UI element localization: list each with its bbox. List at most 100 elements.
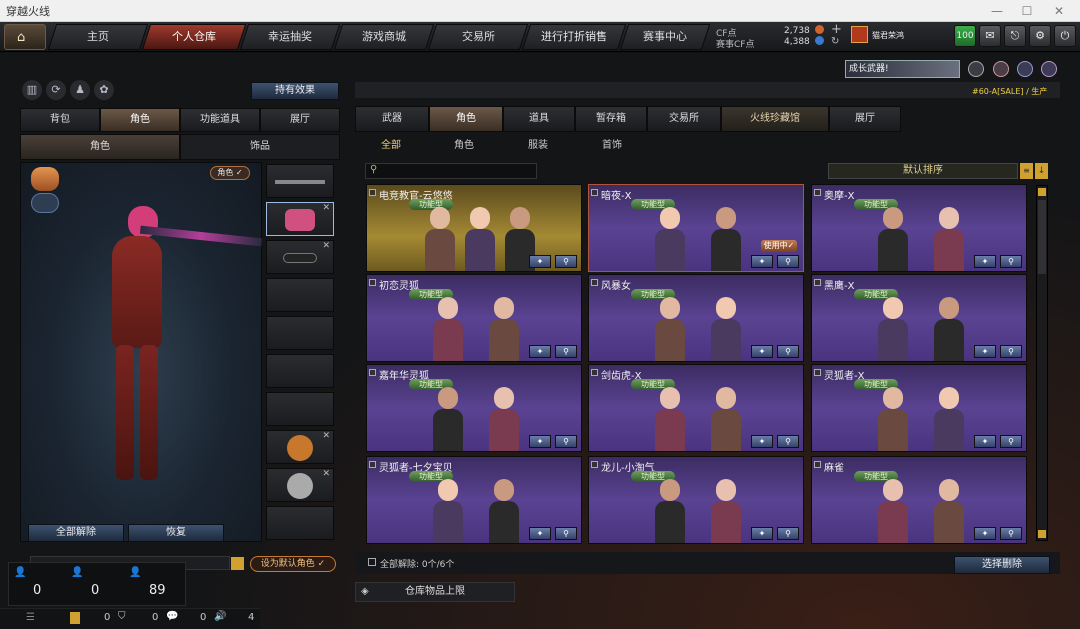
slot-empty-4[interactable] bbox=[266, 392, 334, 426]
card-checkbox[interactable] bbox=[369, 189, 376, 196]
scrollbar[interactable] bbox=[1036, 185, 1048, 541]
nav-tab-store[interactable]: 游戏商城 bbox=[333, 24, 435, 50]
tab-temp-box[interactable]: 暂存箱 bbox=[575, 106, 647, 132]
equip-icon[interactable]: ✦ bbox=[529, 255, 551, 268]
tab-character[interactable]: 角色 bbox=[100, 108, 180, 132]
card-checkbox[interactable] bbox=[591, 279, 598, 286]
nav-tab-home[interactable]: 主页 bbox=[47, 24, 149, 50]
remove-icon[interactable]: ✕ bbox=[322, 203, 330, 213]
filter-jewelry[interactable]: 首饰 bbox=[602, 136, 622, 156]
set-default-character-button[interactable]: 设为默认角色 ✓ bbox=[250, 556, 336, 572]
shield-icon[interactable] bbox=[968, 61, 984, 77]
user-name[interactable]: 猫君荣鸿 bbox=[872, 30, 904, 41]
slot-dragon-accessory[interactable]: ✕ bbox=[266, 430, 334, 464]
minimize-button[interactable]: — bbox=[980, 2, 1014, 20]
sort-order-icon[interactable]: ↓ bbox=[1035, 163, 1048, 179]
remove-icon[interactable]: ✕ bbox=[322, 241, 330, 251]
preview-icon[interactable]: ⚲ bbox=[555, 255, 577, 268]
tab-exchange[interactable]: 交易所 bbox=[647, 106, 721, 132]
restore-button[interactable]: 恢复 bbox=[128, 524, 224, 542]
preview-icon[interactable]: ⚲ bbox=[555, 435, 577, 448]
slot-silver-accessory[interactable]: ✕ bbox=[266, 468, 334, 502]
item-card[interactable]: 嘉年华灵狐 功能型 ⚲ ✦ bbox=[366, 364, 582, 452]
tab-weapons[interactable]: 武器 bbox=[355, 106, 429, 132]
equip-icon[interactable]: ✦ bbox=[974, 255, 996, 268]
subtab-character[interactable]: 角色 bbox=[20, 134, 180, 160]
tab-backpack[interactable]: 背包 bbox=[20, 108, 100, 132]
card-checkbox[interactable] bbox=[591, 189, 598, 196]
effect-button[interactable]: 持有效果 bbox=[251, 82, 339, 100]
equip-icon[interactable]: ✦ bbox=[751, 255, 773, 268]
equip-icon[interactable]: ✦ bbox=[974, 527, 996, 540]
slot-empty-1[interactable] bbox=[266, 278, 334, 312]
person-icon[interactable]: ♟ bbox=[70, 80, 90, 100]
chat-icon[interactable]: 💬 bbox=[166, 611, 178, 622]
shield-small-icon[interactable]: ⛉ bbox=[118, 611, 126, 622]
tab-exhibition[interactable]: 展厅 bbox=[829, 106, 901, 132]
promo-banner[interactable]: 成长武器! bbox=[845, 60, 960, 78]
item-card[interactable]: 灵狐者-X 功能型 ⚲ ✦ bbox=[811, 364, 1027, 452]
character-mode-icon[interactable] bbox=[31, 167, 59, 191]
slot-empty-3[interactable] bbox=[266, 354, 334, 388]
item-card[interactable]: 龙儿-小淘气 功能型 ⚲ ✦ bbox=[588, 456, 804, 544]
equip-icon[interactable]: ✦ bbox=[751, 527, 773, 540]
maximize-button[interactable]: ☐ bbox=[1010, 2, 1044, 20]
checkbox[interactable] bbox=[368, 558, 376, 566]
item-card[interactable]: 灵狐者-七夕宝贝 功能型 ⚲ ✦ bbox=[366, 456, 582, 544]
preview-icon[interactable]: ⚲ bbox=[777, 345, 799, 358]
slot-goggles[interactable]: ✕ bbox=[266, 240, 334, 274]
tab-items[interactable]: 道具 bbox=[503, 106, 575, 132]
tab-collection[interactable]: 火线珍藏馆 bbox=[721, 106, 829, 132]
scroll-down-icon[interactable] bbox=[1038, 530, 1046, 538]
equip-icon[interactable]: ✦ bbox=[751, 435, 773, 448]
role-tag[interactable]: 角色 ✓ bbox=[210, 166, 250, 180]
slot-primary-weapon[interactable] bbox=[266, 164, 334, 198]
card-checkbox[interactable] bbox=[814, 279, 821, 286]
card-checkbox[interactable] bbox=[369, 369, 376, 376]
hand-icon[interactable] bbox=[70, 612, 80, 624]
mask-icon[interactable] bbox=[31, 193, 59, 213]
equip-icon[interactable]: ✦ bbox=[529, 435, 551, 448]
card-checkbox[interactable] bbox=[814, 369, 821, 376]
equip-icon[interactable]: ✦ bbox=[529, 527, 551, 540]
tab-showroom[interactable]: 展厅 bbox=[260, 108, 340, 132]
item-card[interactable]: 电竞教官-云悠悠 功能型 ⚲ ✦ bbox=[366, 184, 582, 272]
nav-tab-events[interactable]: 赛事中心 bbox=[619, 24, 711, 50]
nav-tab-personal-storage[interactable]: 个人仓库 bbox=[141, 24, 247, 50]
home-button[interactable]: ⌂ bbox=[4, 24, 46, 50]
chart-icon[interactable]: ▥ bbox=[22, 80, 42, 100]
scroll-up-icon[interactable] bbox=[1038, 188, 1046, 196]
storage-limit[interactable]: ◈ 仓库物品上限 bbox=[355, 582, 515, 602]
card-checkbox[interactable] bbox=[591, 369, 598, 376]
power-icon[interactable]: ⏻ bbox=[1054, 25, 1076, 47]
item-card[interactable]: 麻雀 功能型 ⚲ ✦ bbox=[811, 456, 1027, 544]
preview-icon[interactable]: ⚲ bbox=[777, 255, 799, 268]
preview-icon[interactable]: ⚲ bbox=[777, 527, 799, 540]
filter-clothing[interactable]: 服装 bbox=[528, 136, 548, 156]
remove-icon[interactable]: ✕ bbox=[322, 431, 330, 441]
star-icon[interactable] bbox=[1017, 61, 1033, 77]
list-view-icon[interactable]: ≡ bbox=[1020, 163, 1033, 179]
add-cf-button[interactable]: + bbox=[831, 22, 842, 37]
bag-icon[interactable]: ✿ bbox=[94, 80, 114, 100]
preview-icon[interactable]: ⚲ bbox=[1000, 435, 1022, 448]
nav-tab-exchange[interactable]: 交易所 bbox=[427, 24, 529, 50]
slot-empty-2[interactable] bbox=[266, 316, 334, 350]
preview-icon[interactable]: ⚲ bbox=[1000, 527, 1022, 540]
remove-icon[interactable]: ✕ bbox=[322, 469, 330, 479]
tab-function-items[interactable]: 功能道具 bbox=[180, 108, 260, 132]
slot-empty-5[interactable] bbox=[266, 506, 334, 540]
card-checkbox[interactable] bbox=[814, 461, 821, 468]
item-card[interactable]: 暗夜-X 功能型 ⚲ ✦ 使用中✓ bbox=[588, 184, 804, 272]
target-icon[interactable] bbox=[993, 61, 1009, 77]
item-card[interactable]: 奥摩-X 功能型 ⚲ ✦ bbox=[811, 184, 1027, 272]
refresh-icon[interactable]: ↻ bbox=[831, 36, 839, 47]
filter-all[interactable]: 全部 bbox=[381, 136, 401, 156]
level-badge[interactable]: 100 bbox=[954, 25, 976, 47]
tab-roles[interactable]: 角色 bbox=[429, 106, 503, 132]
gear-icon[interactable]: ⚙ bbox=[1029, 25, 1051, 47]
nav-tab-lottery[interactable]: 幸运抽奖 bbox=[239, 24, 341, 50]
rotate-icon[interactable]: ⟳ bbox=[46, 80, 66, 100]
equip-icon[interactable]: ✦ bbox=[974, 435, 996, 448]
card-checkbox[interactable] bbox=[591, 461, 598, 468]
